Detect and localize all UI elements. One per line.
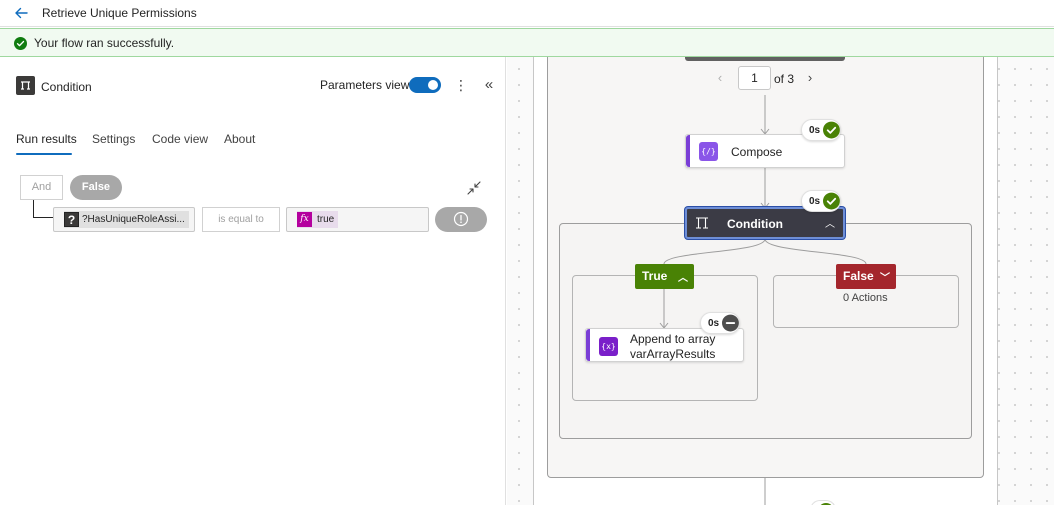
more-vertical-icon[interactable]: ⋮ bbox=[454, 76, 468, 94]
check-circle-icon bbox=[823, 121, 840, 139]
false-branch-header[interactable]: False ﹀ bbox=[836, 264, 896, 289]
append-duration-badge: 0s bbox=[700, 312, 740, 334]
flow-title: Retrieve Unique Permissions bbox=[42, 6, 197, 20]
check-circle-icon bbox=[14, 37, 27, 50]
check-circle-icon bbox=[823, 192, 840, 210]
top-bar: Retrieve Unique Permissions bbox=[0, 0, 1054, 27]
toggle-knob bbox=[428, 80, 438, 90]
question-mark-icon: ? bbox=[64, 212, 79, 227]
connector-lines bbox=[659, 95, 867, 505]
arrow-left-icon[interactable] bbox=[12, 4, 30, 22]
append-action-line2: varArrayResults bbox=[630, 347, 716, 361]
success-banner: Your flow ran successfully. bbox=[0, 28, 1054, 57]
true-branch-label: True bbox=[642, 269, 668, 283]
tab-settings[interactable]: Settings bbox=[92, 132, 135, 146]
row-status-button[interactable] bbox=[435, 207, 487, 232]
flow-canvas[interactable]: ‹ 1 of 3 › {/} Compose 0s Condition ︿ 0s… bbox=[507, 57, 1054, 505]
tab-about[interactable]: About bbox=[224, 132, 255, 146]
variable-icon: {/} bbox=[699, 142, 718, 161]
operator-dropdown[interactable]: is equal to bbox=[202, 207, 280, 232]
compose-duration: 0s bbox=[809, 124, 821, 136]
left-operand-field[interactable]: ? ?HasUniqueRoleAssi... bbox=[53, 207, 195, 232]
expression-fx-icon: fx bbox=[297, 212, 312, 227]
left-operand-text: ?HasUniqueRoleAssi... bbox=[82, 214, 185, 225]
banner-message: Your flow ran successfully. bbox=[34, 36, 175, 50]
false-branch-actions-count: 0 Actions bbox=[843, 292, 888, 304]
panel-title: Condition bbox=[41, 80, 92, 94]
tab-code-view[interactable]: Code view bbox=[152, 132, 208, 146]
compose-duration-badge: 0s bbox=[801, 119, 841, 141]
card-accent bbox=[686, 135, 690, 167]
chevron-up-icon[interactable]: ︿ bbox=[678, 269, 688, 284]
condition-duration: 0s bbox=[809, 195, 821, 207]
right-operand-field[interactable]: fx true bbox=[286, 207, 429, 232]
condition-duration-badge: 0s bbox=[801, 190, 841, 212]
info-circle-icon bbox=[453, 211, 469, 227]
chevron-up-icon[interactable]: ︿ bbox=[825, 215, 837, 230]
group-operator-box: And bbox=[20, 175, 63, 200]
right-operand-text: true bbox=[317, 214, 335, 225]
true-branch-header[interactable]: True ︿ bbox=[635, 264, 694, 289]
parameters-view-toggle[interactable] bbox=[409, 77, 441, 93]
details-panel: Condition Parameters view ⋮ « Run result… bbox=[0, 57, 506, 505]
active-tab-indicator bbox=[16, 153, 72, 155]
condition-result-badge: False bbox=[70, 175, 122, 200]
append-action-line1: Append to array bbox=[630, 332, 716, 346]
condition-label: Condition bbox=[727, 217, 783, 231]
append-duration: 0s bbox=[708, 317, 720, 329]
variable-icon: {x} bbox=[599, 337, 618, 356]
condition-icon bbox=[16, 76, 35, 95]
tree-connector bbox=[33, 200, 53, 218]
tab-run-results[interactable]: Run results bbox=[16, 132, 77, 146]
condition-icon bbox=[696, 217, 708, 229]
minus-circle-icon bbox=[722, 314, 739, 332]
double-chevron-left-icon[interactable]: « bbox=[481, 76, 497, 94]
collapse-arrows-icon[interactable] bbox=[465, 179, 483, 197]
chevron-down-icon[interactable]: ﹀ bbox=[880, 269, 890, 284]
parameters-view-label: Parameters view bbox=[320, 78, 410, 92]
false-branch-label: False bbox=[843, 269, 874, 283]
compose-label: Compose bbox=[731, 145, 783, 159]
card-accent bbox=[586, 329, 590, 361]
right-operand-token: fx true bbox=[297, 211, 339, 228]
left-operand-token: ? ?HasUniqueRoleAssi... bbox=[64, 211, 189, 228]
